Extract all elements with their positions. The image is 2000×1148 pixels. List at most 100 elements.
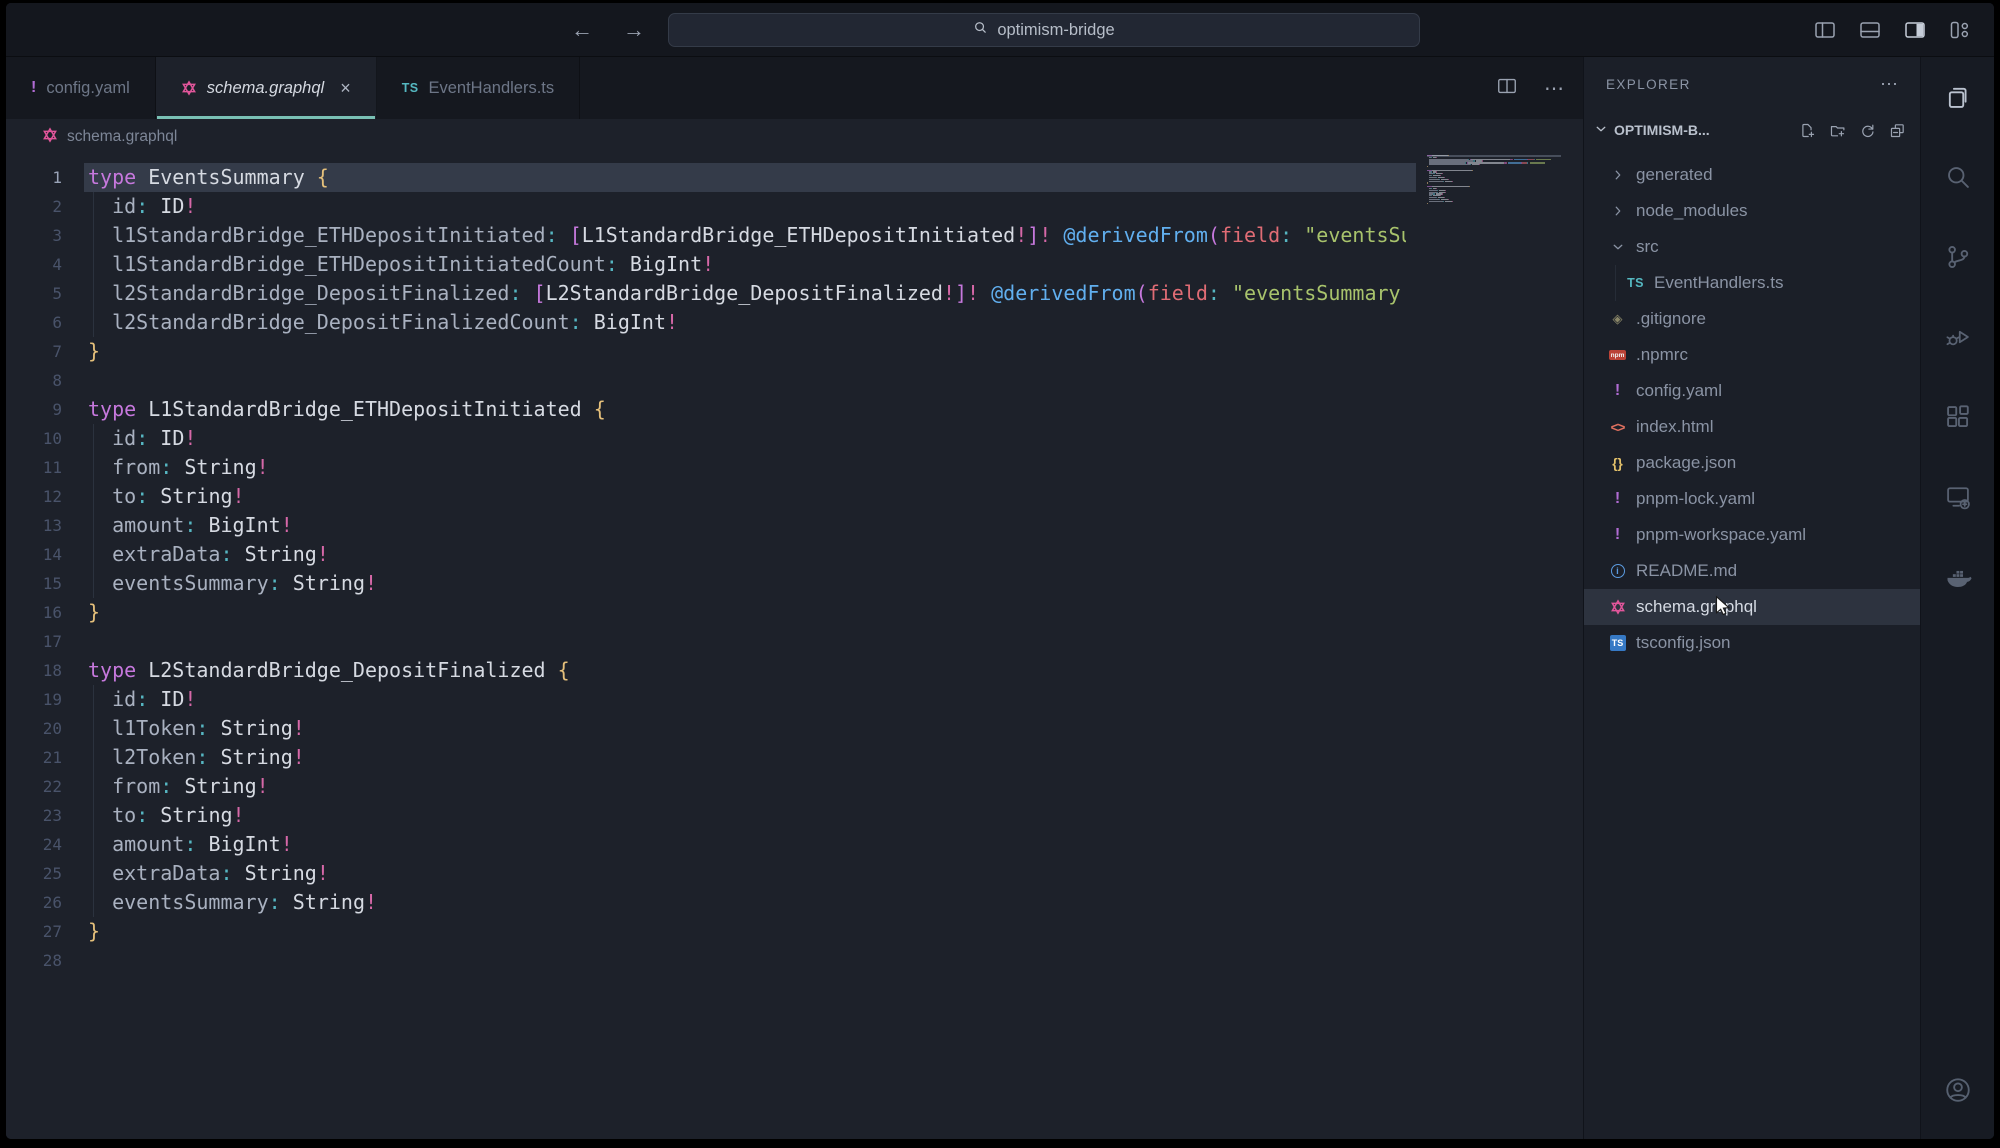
line-number: 11	[6, 453, 62, 482]
code-line[interactable]: 13 amount: BigInt!	[6, 511, 1583, 540]
tab-EventHandlers.ts[interactable]: TSEventHandlers.ts	[377, 57, 580, 119]
line-number: 10	[6, 424, 62, 453]
code-line[interactable]: 9type L1StandardBridge_ETHDepositInitiat…	[6, 395, 1583, 424]
extensions-icon[interactable]	[1944, 403, 1972, 431]
file-row-src[interactable]: src	[1584, 229, 1920, 265]
code-text: type L1StandardBridge_ETHDepositInitiate…	[88, 395, 1406, 424]
code-line[interactable]: 3 l1StandardBridge_ETHDepositInitiated: …	[6, 221, 1583, 250]
run-debug-icon[interactable]	[1944, 323, 1972, 351]
line-number: 26	[6, 888, 62, 917]
file-row-EventHandlers.ts[interactable]: TSEventHandlers.ts	[1584, 265, 1920, 301]
new-file-icon[interactable]	[1799, 122, 1816, 139]
toggle-sidebar-left-icon[interactable]	[1813, 18, 1837, 42]
file-row-index.html[interactable]: <>index.html	[1584, 409, 1920, 445]
code-line[interactable]: 24 amount: BigInt!	[6, 830, 1583, 859]
graphql-icon	[1608, 599, 1627, 615]
explorer-more-icon[interactable]: ⋯	[1880, 74, 1898, 95]
readme-icon: i	[1608, 564, 1627, 578]
code-text: extraData: String!	[88, 859, 1406, 888]
activity-bar	[1920, 57, 1994, 1139]
file-row-.gitignore[interactable]: ◈.gitignore	[1584, 301, 1920, 337]
code-text: from: String!	[88, 772, 1406, 801]
code-line[interactable]: 16}	[6, 598, 1583, 627]
refresh-icon[interactable]	[1859, 122, 1876, 139]
code-line[interactable]: 15 eventsSummary: String!	[6, 569, 1583, 598]
code-line[interactable]: 4 l1StandardBridge_ETHDepositInitiatedCo…	[6, 250, 1583, 279]
toggle-sidebar-right-icon[interactable]	[1903, 18, 1927, 42]
file-row-node_modules[interactable]: node_modules	[1584, 193, 1920, 229]
line-number: 23	[6, 801, 62, 830]
code-line[interactable]: 20 l1Token: String!	[6, 714, 1583, 743]
code-line[interactable]: 18type L2StandardBridge_DepositFinalized…	[6, 656, 1583, 685]
file-row-generated[interactable]: generated	[1584, 157, 1920, 193]
file-row-.npmrc[interactable]: npm.npmrc	[1584, 337, 1920, 373]
line-number: 27	[6, 917, 62, 946]
close-icon[interactable]: ×	[340, 78, 351, 99]
code-line[interactable]: 21 l2Token: String!	[6, 743, 1583, 772]
file-row-config.yaml[interactable]: !config.yaml	[1584, 373, 1920, 409]
account-icon[interactable]	[1943, 1075, 1973, 1105]
code-line[interactable]: 10 id: ID!	[6, 424, 1583, 453]
search-icon[interactable]	[1944, 163, 1972, 191]
code-line[interactable]: 22 from: String!	[6, 772, 1583, 801]
breadcrumb[interactable]: schema.graphql	[6, 119, 1583, 155]
remote-explorer-icon[interactable]	[1944, 483, 1972, 511]
code-line[interactable]: 25 extraData: String!	[6, 859, 1583, 888]
forward-arrow-icon[interactable]: →	[623, 17, 645, 43]
code-line[interactable]: 11 from: String!	[6, 453, 1583, 482]
file-name: tsconfig.json	[1636, 633, 1731, 653]
source-control-icon[interactable]	[1944, 243, 1972, 271]
minimap[interactable]	[1427, 155, 1561, 206]
files-icon[interactable]	[1944, 83, 1972, 111]
chevron-down-icon	[1594, 122, 1608, 139]
file-row-package.json[interactable]: {} package.json	[1584, 445, 1920, 481]
code-line[interactable]: 2 id: ID!	[6, 192, 1583, 221]
code-line[interactable]: 5 l2StandardBridge_DepositFinalized: [L2…	[6, 279, 1583, 308]
file-row-README.md[interactable]: iREADME.md	[1584, 553, 1920, 589]
code-line[interactable]: 17	[6, 627, 1583, 656]
customize-layout-icon[interactable]	[1948, 18, 1972, 42]
code-editor[interactable]: 1type EventsSummary {2 id: ID!3 l1Standa…	[6, 155, 1583, 975]
code-line[interactable]: 26 eventsSummary: String!	[6, 888, 1583, 917]
code-line[interactable]: 8	[6, 366, 1583, 395]
line-number: 18	[6, 656, 62, 685]
file-name: generated	[1636, 165, 1713, 185]
toggle-panel-icon[interactable]	[1858, 18, 1882, 42]
file-row-pnpm-workspace.yaml[interactable]: !pnpm-workspace.yaml	[1584, 517, 1920, 553]
docker-icon[interactable]	[1944, 563, 1972, 591]
file-row-pnpm-lock.yaml[interactable]: !pnpm-lock.yaml	[1584, 481, 1920, 517]
code-line[interactable]: 27}	[6, 917, 1583, 946]
new-folder-icon[interactable]	[1829, 122, 1846, 139]
code-line[interactable]: 1type EventsSummary {	[6, 163, 1583, 192]
code-text: l2StandardBridge_DepositFinalized: [L2St…	[88, 279, 1406, 308]
graphql-icon	[181, 80, 197, 96]
line-number: 20	[6, 714, 62, 743]
file-row-schema.graphql[interactable]: schema.graphql	[1584, 589, 1920, 625]
workspace-section-header[interactable]: OPTIMISM-B...	[1584, 111, 1920, 149]
tab-schema.graphql[interactable]: schema.graphql×	[156, 57, 377, 119]
tab-config.yaml[interactable]: !config.yaml	[6, 57, 156, 119]
split-editor-icon[interactable]	[1496, 75, 1518, 102]
collapse-all-icon[interactable]	[1889, 122, 1906, 139]
code-text: to: String!	[88, 801, 1406, 830]
code-line[interactable]: 23 to: String!	[6, 801, 1583, 830]
line-number: 3	[6, 221, 62, 250]
code-line[interactable]: 6 l2StandardBridge_DepositFinalizedCount…	[6, 308, 1583, 337]
line-number: 16	[6, 598, 62, 627]
ts-icon: TS	[402, 81, 419, 95]
code-line[interactable]: 7}	[6, 337, 1583, 366]
file-name: package.json	[1636, 453, 1736, 473]
file-row-tsconfig.json[interactable]: TStsconfig.json	[1584, 625, 1920, 661]
code-line[interactable]: 19 id: ID!	[6, 685, 1583, 714]
more-actions-icon[interactable]: ⋯	[1544, 76, 1565, 101]
code-text: }	[88, 598, 1406, 627]
code-text: }	[88, 917, 1406, 946]
code-text: to: String!	[88, 482, 1406, 511]
code-line[interactable]: 12 to: String!	[6, 482, 1583, 511]
code-line[interactable]: 28	[6, 946, 1583, 975]
json-icon: {}	[1608, 456, 1627, 471]
command-search-input[interactable]: optimism-bridge	[668, 13, 1420, 47]
code-line[interactable]: 14 extraData: String!	[6, 540, 1583, 569]
back-arrow-icon[interactable]: ←	[571, 17, 593, 43]
code-text: amount: BigInt!	[88, 830, 1406, 859]
